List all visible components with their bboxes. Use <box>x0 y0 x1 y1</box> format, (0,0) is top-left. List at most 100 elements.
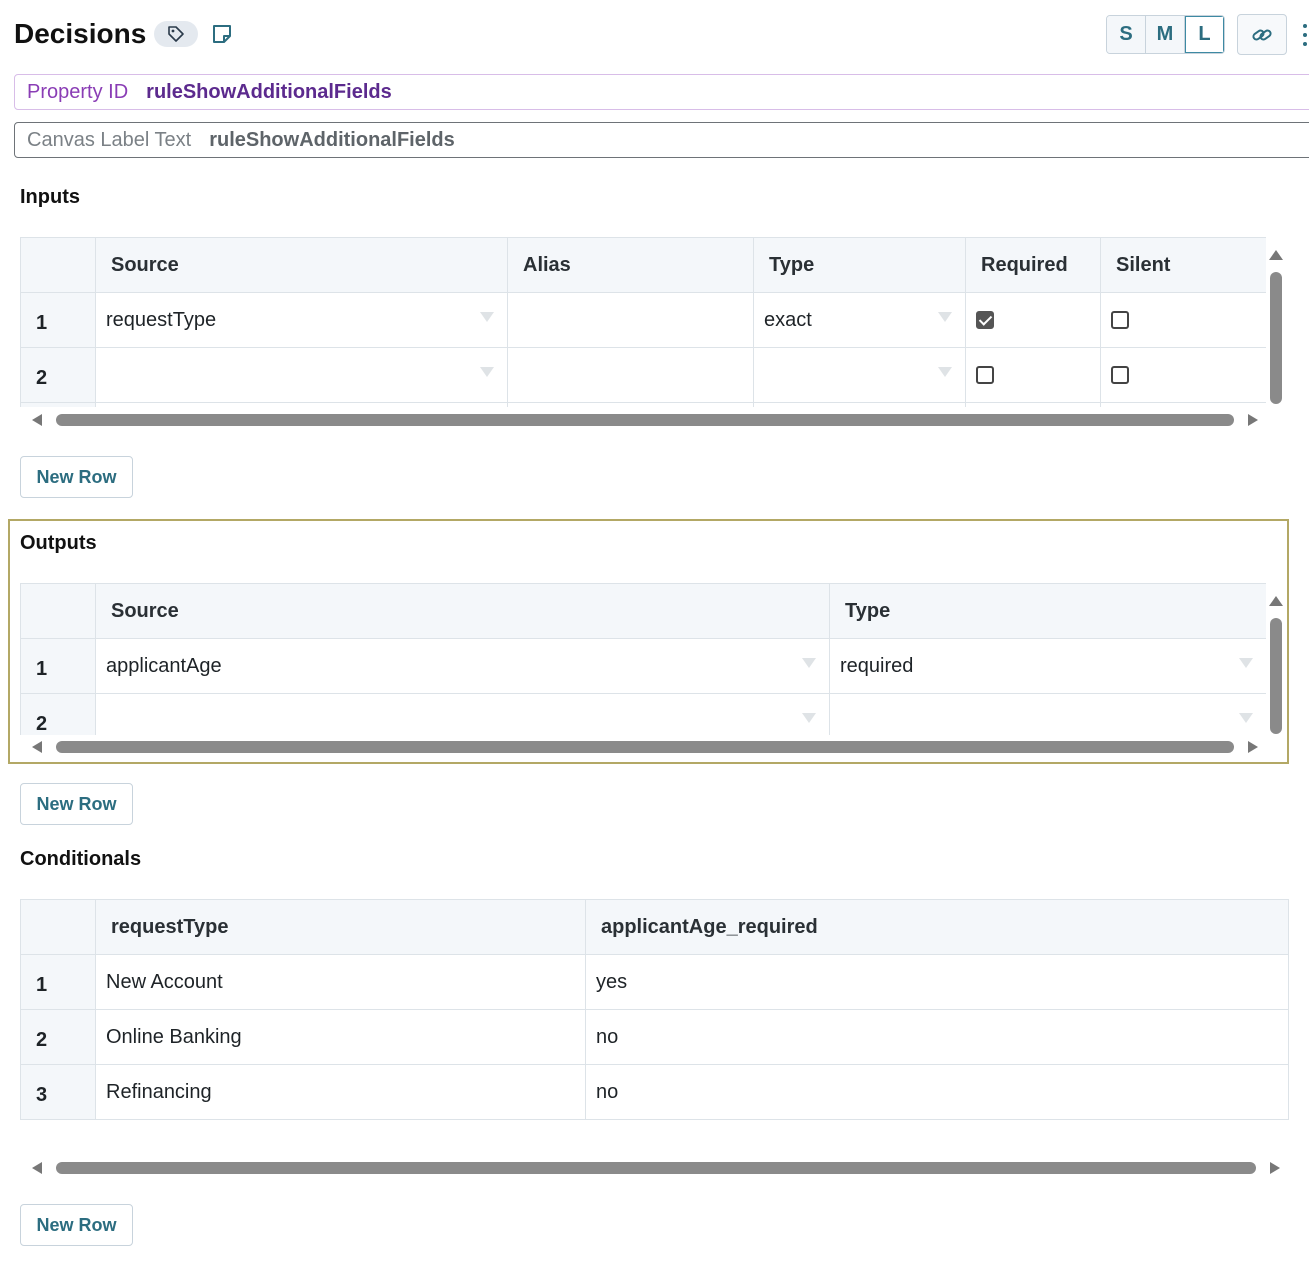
scroll-left-icon[interactable] <box>32 414 42 426</box>
source-select[interactable] <box>95 693 830 735</box>
required-checkbox[interactable] <box>976 366 994 385</box>
row-number: 1 <box>20 638 96 694</box>
silent-checkbox[interactable] <box>1111 366 1129 385</box>
alias-input[interactable] <box>507 292 754 348</box>
silent-checkbox[interactable] <box>1111 311 1129 330</box>
property-id-value: ruleShowAdditionalFields <box>146 80 392 103</box>
inputs-new-row-button[interactable]: New Row <box>20 456 133 498</box>
canvas-label-label: Canvas Label Text <box>27 128 192 151</box>
size-s-button[interactable]: S <box>1107 16 1146 53</box>
required-cell <box>965 347 1101 403</box>
scroll-up-icon[interactable] <box>1269 596 1283 606</box>
type-select[interactable]: required <box>829 638 1266 694</box>
required-cell <box>965 292 1101 348</box>
table-row: 1 New Account yes <box>20 954 1289 1010</box>
conditional-cell[interactable]: Online Banking <box>95 1009 586 1065</box>
scroll-thumb[interactable] <box>56 414 1234 426</box>
column-header: Type <box>829 583 1266 639</box>
tag-icon <box>168 26 184 42</box>
conditional-cell[interactable]: Refinancing <box>95 1064 586 1120</box>
chevron-down-icon <box>938 312 952 322</box>
table-row: 2 <box>20 347 1266 403</box>
conditional-cell[interactable]: New Account <box>95 954 586 1010</box>
note-button[interactable] <box>210 22 234 46</box>
chevron-down-icon <box>1239 658 1253 668</box>
row-number-header <box>20 899 96 955</box>
type-select[interactable]: exact <box>753 292 966 348</box>
scroll-left-icon[interactable] <box>32 1162 42 1174</box>
inputs-table-viewport: Source Alias Type Required Silent 1 requ… <box>20 237 1266 407</box>
conditionals-title: Conditionals <box>20 848 142 870</box>
table-row: 2 Online Banking no <box>20 1009 1289 1065</box>
size-toggle-group: S M L <box>1106 15 1225 54</box>
scroll-thumb[interactable] <box>56 1162 1256 1174</box>
outputs-table: Source Type 1 applicantAge required 2 <box>20 583 1266 735</box>
link-button[interactable] <box>1237 14 1287 55</box>
chevron-down-icon <box>1239 713 1253 723</box>
column-header: Source <box>95 237 508 293</box>
scroll-thumb[interactable] <box>56 741 1234 753</box>
size-l-button[interactable]: L <box>1185 16 1224 53</box>
outputs-vertical-scrollbar[interactable] <box>1268 592 1284 734</box>
inputs-vertical-scrollbar[interactable] <box>1268 246 1284 404</box>
conditional-cell[interactable]: no <box>585 1009 1289 1065</box>
page-title: Decisions <box>14 18 147 49</box>
row-number: 3 <box>20 1064 96 1120</box>
outputs-table-viewport: Source Type 1 applicantAge required 2 <box>20 583 1266 735</box>
scroll-right-icon[interactable] <box>1248 741 1258 753</box>
column-header: applicantAge_required <box>585 899 1289 955</box>
conditionals-table-viewport: requestType applicantAge_required 1 New … <box>20 899 1289 1120</box>
property-id-label: Property ID <box>27 80 129 103</box>
tag-button[interactable] <box>154 21 198 47</box>
inputs-horizontal-scrollbar[interactable] <box>20 409 1266 431</box>
kebab-menu-icon[interactable] <box>1300 24 1309 46</box>
column-header: requestType <box>95 899 586 955</box>
canvas-label-field[interactable]: Canvas Label Text ruleShowAdditionalFiel… <box>14 122 1309 158</box>
column-header: Type <box>753 237 966 293</box>
row-number: 2 <box>20 1009 96 1065</box>
scroll-thumb[interactable] <box>1270 272 1282 404</box>
conditionals-horizontal-scrollbar[interactable] <box>20 1157 1288 1179</box>
table-row: 3 Refinancing no <box>20 1064 1289 1120</box>
chevron-down-icon <box>480 312 494 322</box>
chevron-down-icon <box>802 713 816 723</box>
source-select[interactable]: applicantAge <box>95 638 830 694</box>
column-header: Alias <box>507 237 754 293</box>
outputs-new-row-button[interactable]: New Row <box>20 783 133 825</box>
outputs-horizontal-scrollbar[interactable] <box>20 736 1266 758</box>
scroll-right-icon[interactable] <box>1248 414 1258 426</box>
silent-cell <box>1100 292 1266 348</box>
required-checkbox[interactable] <box>976 311 994 330</box>
conditionals-table: requestType applicantAge_required 1 New … <box>20 899 1289 1120</box>
source-select[interactable] <box>95 347 508 403</box>
source-value: requestType <box>106 308 217 331</box>
type-select[interactable] <box>753 347 966 403</box>
row-number: 1 <box>20 954 96 1010</box>
row-number: 1 <box>20 292 96 348</box>
size-m-button[interactable]: M <box>1146 16 1185 53</box>
row-number: 2 <box>20 693 96 735</box>
inputs-title: Inputs <box>20 186 80 208</box>
type-select[interactable] <box>829 693 1266 735</box>
table-row <box>20 402 1266 407</box>
conditional-cell[interactable]: no <box>585 1064 1289 1120</box>
column-header: Silent <box>1100 237 1266 293</box>
table-row: 2 <box>20 693 1266 735</box>
scroll-right-icon[interactable] <box>1270 1162 1280 1174</box>
conditionals-new-row-button[interactable]: New Row <box>20 1204 133 1246</box>
conditional-cell[interactable]: yes <box>585 954 1289 1010</box>
chevron-down-icon <box>938 367 952 377</box>
outputs-title: Outputs <box>20 532 97 554</box>
silent-cell <box>1100 347 1266 403</box>
row-number-header <box>20 237 96 293</box>
alias-input[interactable] <box>507 347 754 403</box>
row-number-header <box>20 583 96 639</box>
source-select[interactable]: requestType <box>95 292 508 348</box>
table-row: 1 requestType exact <box>20 292 1266 348</box>
property-id-field[interactable]: Property ID ruleShowAdditionalFields <box>14 74 1309 110</box>
scroll-thumb[interactable] <box>1270 618 1282 734</box>
scroll-left-icon[interactable] <box>32 741 42 753</box>
note-icon <box>213 25 231 43</box>
scroll-up-icon[interactable] <box>1269 250 1283 260</box>
column-header: Required <box>965 237 1101 293</box>
